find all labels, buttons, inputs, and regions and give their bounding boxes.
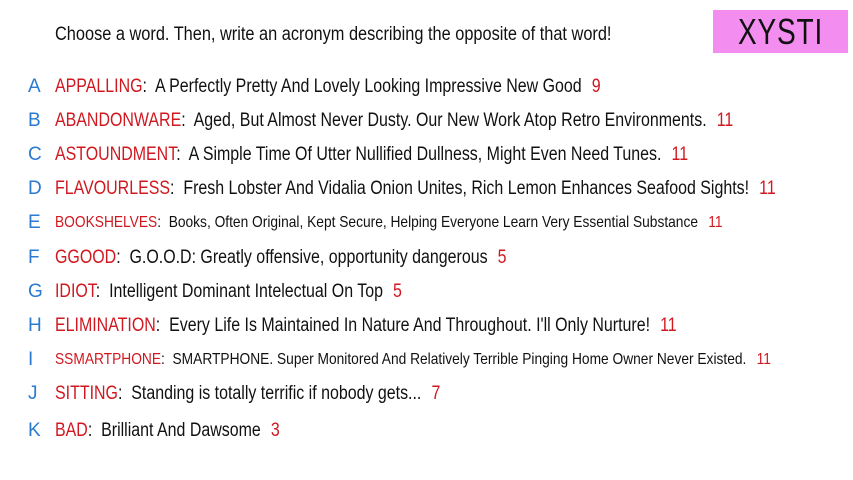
entry-letter: C [28,144,42,165]
entry-letter: B [28,110,41,131]
entry-acronym: A Perfectly Pretty And Lovely Looking Im… [154,76,582,97]
entry-letter: G [28,281,43,302]
entry-row: E BOOKSHELVES: Books, Often Original, Kep… [28,211,831,235]
colon: : [117,383,132,404]
entry-word: APPALLING [55,76,143,97]
entry-body: GGOOD: G.O.O.D: Greatly offensive, oppor… [55,247,507,269]
entry-acronym: Brilliant And Dawsome [101,420,261,441]
entry-score: 11 [671,144,689,165]
entry-body: ASTOUNDMENT: A Simple Time Of Utter Null… [55,144,688,166]
entry-word: GGOOD [55,247,117,268]
entry-body: ABANDONWARE: Aged, But Almost Never Dust… [55,110,733,132]
prompt-title: Choose a word. Then, write an acronym de… [55,24,612,45]
colon: : [116,247,130,268]
entry-letter: A [28,76,41,97]
entry-word: ASTOUNDMENT [55,144,177,165]
entry-score: 11 [756,351,771,368]
entry-acronym: SMARTPHONE. Super Monitored And Relative… [172,351,747,368]
entry-letter: I [28,349,34,370]
answer-badge: XYSTI [713,10,848,53]
entry-body: IDIOT: Intelligent Dominant Intelectual … [55,281,402,303]
entry-row: F GGOOD: G.O.O.D: Greatly offensive, oppo… [28,246,593,270]
entry-row: C ASTOUNDMENT: A Simple Time Of Utter Nul… [28,143,809,167]
colon: : [142,76,155,97]
entry-acronym: Intelligent Dominant Intelectual On Top [109,281,383,302]
entry-score: 11 [759,178,776,199]
entry-row: D FLAVOURLESS: Fresh Lobster And Vidalia … [28,177,853,201]
entry-acronym: Standing is totally terrific if nobody g… [131,383,422,404]
entry-row: B ABANDONWARE: Aged, But Almost Never Dus… [28,109,853,133]
entry-acronym: Fresh Lobster And Vidalia Onion Unites, … [183,178,750,199]
entry-score: 5 [497,247,507,268]
entry-acronym: Books, Often Original, Kept Secure, Help… [168,214,698,231]
entry-word: FLAVOURLESS [55,178,171,199]
entry-body: SSMARTPHONE: SMARTPHONE. Super Monitored… [55,351,771,369]
entry-word: SSMARTPHONE [55,351,162,368]
colon: : [176,144,189,165]
entry-word: BOOKSHELVES [55,214,158,231]
entry-word: BAD [55,420,88,441]
entry-letter: H [28,315,42,336]
colon: : [181,110,194,131]
entry-body: BOOKSHELVES: Books, Often Original, Kept… [55,214,723,232]
entry-row: A APPALLING: A Perfectly Pretty And Lovel… [28,75,705,99]
entry-score: 9 [591,76,601,97]
entry-row: H ELIMINATION: Every Life Is Maintained I… [28,314,795,338]
entry-score: 7 [431,383,441,404]
colon: : [155,315,170,336]
colon: : [95,281,110,302]
entry-acronym: A Simple Time Of Utter Nullified Dullnes… [188,144,662,165]
entry-acronym: Aged, But Almost Never Dusty. Our New Wo… [193,110,707,131]
entry-body: APPALLING: A Perfectly Pretty And Lovely… [55,76,601,98]
entry-row: G IDIOT: Intelligent Dominant Intelectual… [28,280,468,304]
colon: : [170,178,184,199]
entry-body: ELIMINATION: Every Life Is Maintained In… [55,315,677,337]
colon: : [87,420,102,441]
entry-letter: K [28,420,41,441]
colon: : [161,351,173,368]
colon: : [157,214,169,231]
entry-letter: D [28,178,42,199]
entry-score: 5 [393,281,402,302]
entry-body: BAD: Brilliant And Dawsome 3 [55,420,280,442]
entry-word: SITTING [55,383,118,404]
entry-row: K BAD: Brilliant And Dawsome 3 [28,419,323,443]
entry-score: 11 [716,110,734,131]
entry-acronym: Every Life Is Maintained In Nature And T… [169,315,651,336]
entry-word: ELIMINATION [55,315,156,336]
entry-word: IDIOT [55,281,96,302]
entry-letter: F [28,247,40,268]
entry-letter: E [28,212,41,233]
entry-score: 11 [708,214,723,231]
entry-word: ABANDONWARE [55,110,182,131]
badge-text: XYSTI [737,10,824,52]
entry-body: FLAVOURLESS: Fresh Lobster And Vidalia O… [55,178,776,200]
entry-row: J SITTING: Standing is totally terrific i… [28,382,514,406]
entry-body: SITTING: Standing is totally terrific if… [55,383,440,405]
entry-score: 11 [660,315,677,336]
entry-letter: J [28,383,38,404]
entry-score: 3 [270,420,280,441]
entry-acronym: G.O.O.D: Greatly offensive, opportunity … [129,247,488,268]
entry-row: I SSMARTPHONE: SMARTPHONE. Super Monitore… [28,348,853,372]
